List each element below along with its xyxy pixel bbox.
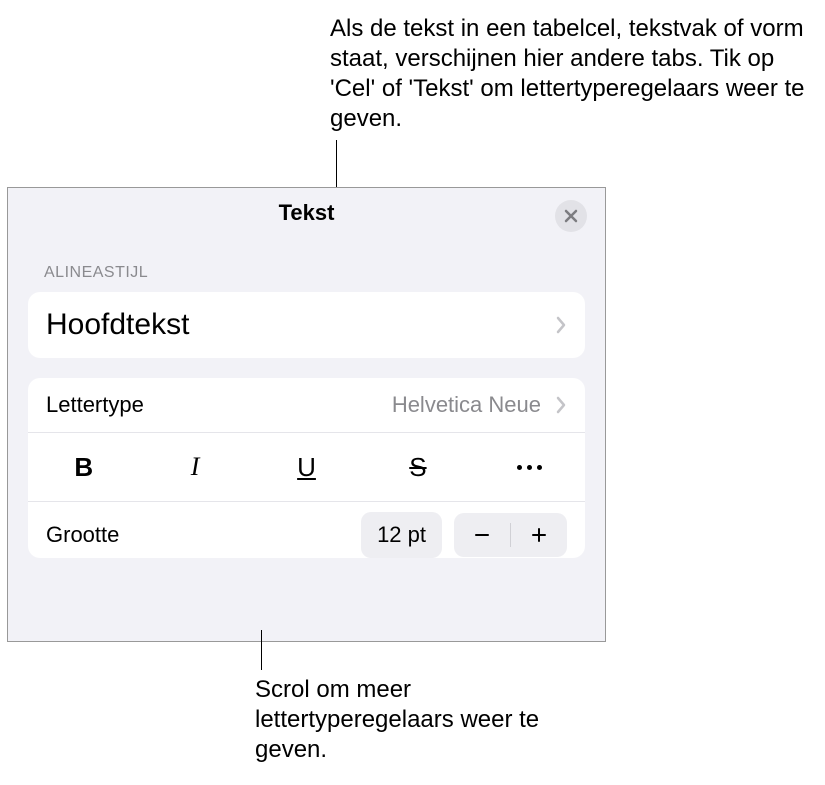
close-icon: [564, 209, 578, 223]
size-value-button[interactable]: 12 pt: [361, 512, 442, 558]
size-decrease-button[interactable]: [454, 513, 510, 557]
annotation-top: Als de tekst in een tabelcel, tekstvak o…: [330, 14, 820, 134]
underline-button[interactable]: U: [251, 443, 362, 491]
font-row[interactable]: Lettertype Helvetica Neue: [28, 378, 585, 433]
size-increase-button[interactable]: [511, 513, 567, 557]
panel-header: Tekst: [8, 188, 605, 238]
chevron-right-icon: [555, 316, 567, 334]
font-card: Lettertype Helvetica Neue B I U S Groott…: [28, 378, 585, 558]
section-label-paragraph-style: ALINEASTIJL: [44, 264, 605, 282]
chevron-right-icon: [555, 396, 567, 414]
font-label: Lettertype: [46, 392, 392, 418]
text-format-panel: Tekst ALINEASTIJL Hoofdtekst Lettertype …: [7, 187, 606, 642]
callout-line-bottom: [261, 630, 262, 670]
annotation-bottom: Scrol om meer lettertyperegelaars weer t…: [255, 675, 555, 765]
size-row: Grootte 12 pt: [28, 502, 585, 558]
ellipsis-icon: [517, 465, 542, 470]
bold-button[interactable]: B: [28, 443, 139, 491]
italic-button[interactable]: I: [139, 443, 250, 491]
type-style-row: B I U S: [28, 433, 585, 502]
paragraph-style-value: Hoofdtekst: [46, 308, 189, 342]
font-value: Helvetica Neue: [392, 392, 541, 418]
close-button[interactable]: [555, 200, 587, 232]
strikethrough-button[interactable]: S: [362, 443, 473, 491]
paragraph-style-card: Hoofdtekst: [28, 292, 585, 358]
paragraph-style-row[interactable]: Hoofdtekst: [28, 292, 585, 358]
minus-icon: [473, 526, 491, 544]
size-stepper: [454, 513, 567, 557]
size-label: Grootte: [46, 522, 361, 548]
plus-icon: [530, 526, 548, 544]
more-styles-button[interactable]: [474, 443, 585, 491]
panel-title: Tekst: [279, 200, 335, 226]
